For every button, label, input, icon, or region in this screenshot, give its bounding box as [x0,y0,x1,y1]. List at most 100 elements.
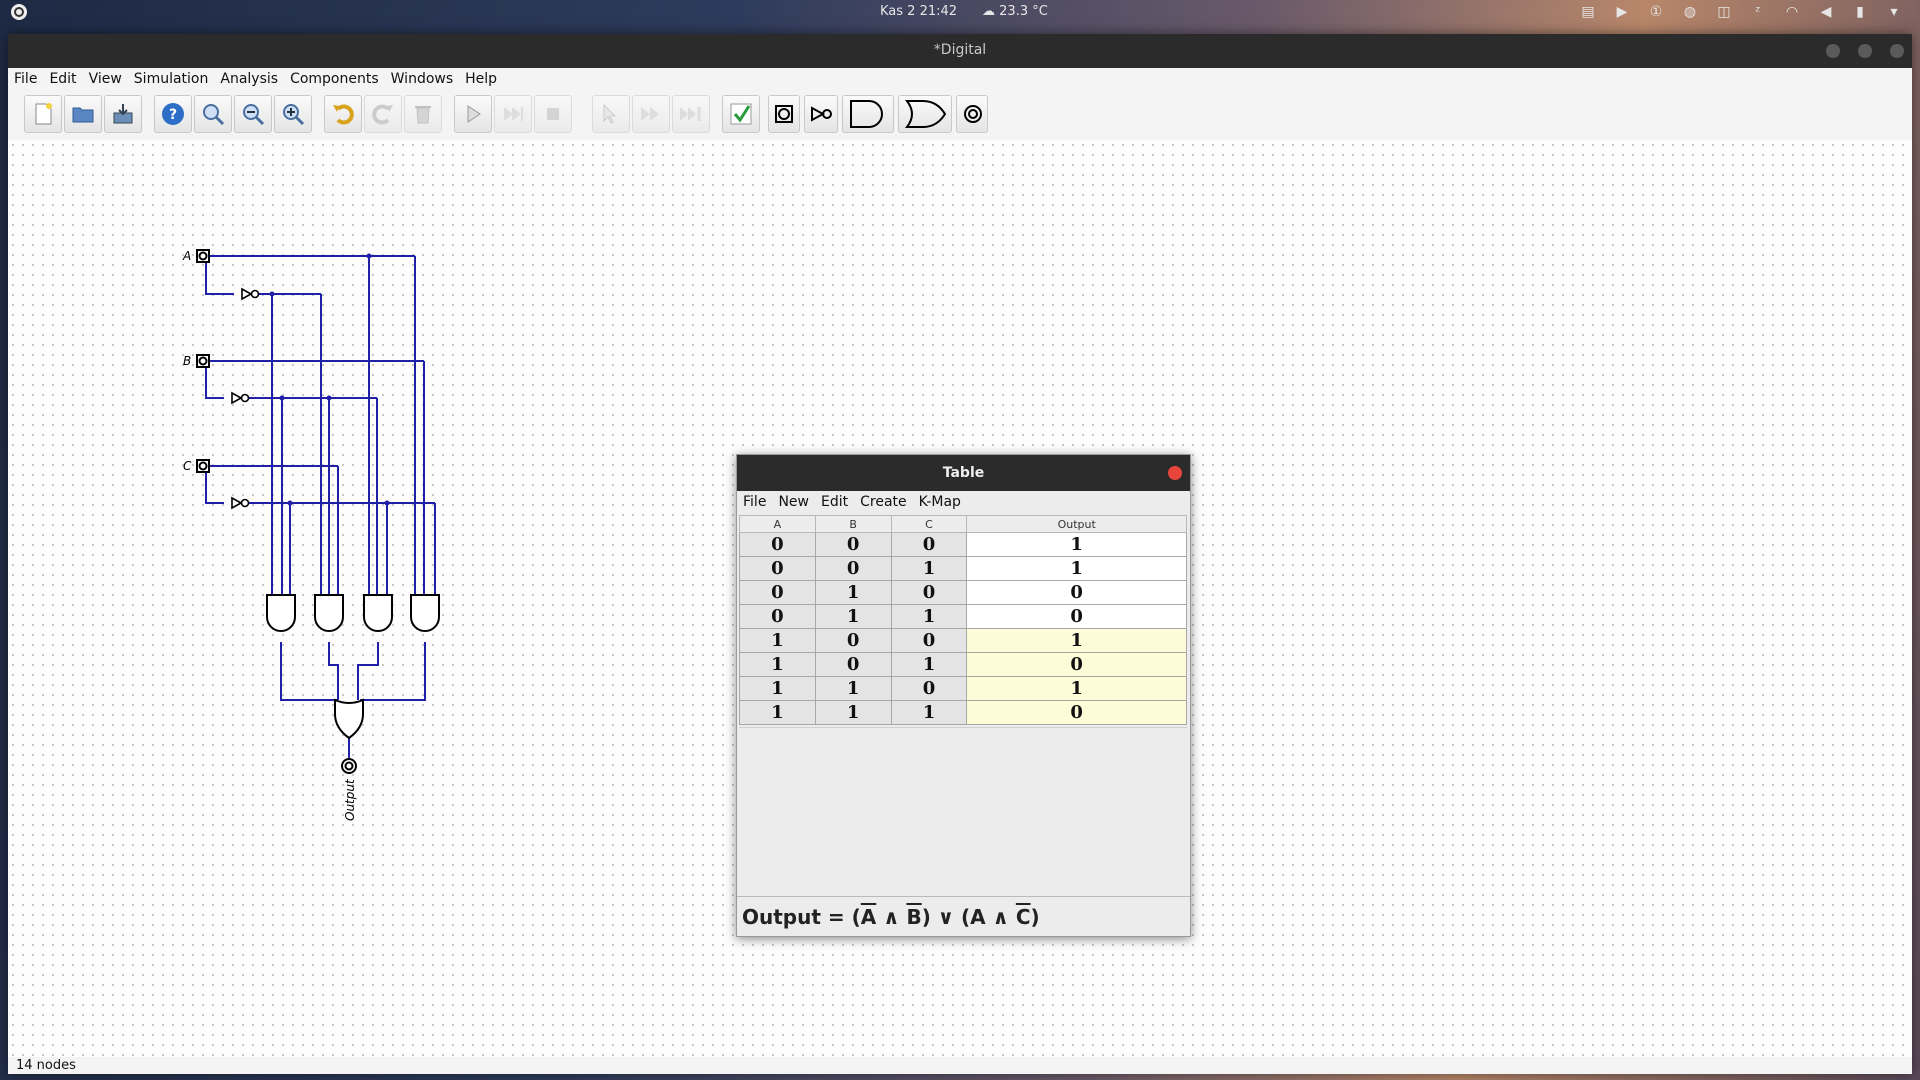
cell-output[interactable]: 1 [966,628,1187,653]
system-tray: ▤ ▶ ① ◍ ◫ ᶻ ◠ ◀ ▮ ▾ [1578,2,1904,22]
menu-edit[interactable]: Edit [43,68,82,87]
column-header-b[interactable]: B [814,515,892,533]
cell-b: 0 [814,556,892,581]
clock[interactable]: Kas 2 21:42 [880,4,957,19]
output-component-button[interactable] [956,95,988,133]
expression-eq: = [827,905,845,929]
not-gate-c[interactable] [231,496,250,510]
and-gate-button[interactable] [842,95,894,133]
and-gate-3[interactable] [363,594,393,632]
not-gate-b[interactable] [231,391,250,405]
table-dialog-close-button[interactable] [1168,466,1182,480]
fast-forward-button[interactable] [632,95,670,133]
expression-term2-c: C [1015,905,1031,929]
table-dialog-titlebar[interactable]: Table [737,455,1190,491]
cell-output[interactable]: 0 [966,580,1187,605]
cell-a: 0 [739,604,816,629]
column-header-a[interactable]: A [739,515,816,533]
cell-output[interactable]: 0 [966,652,1187,677]
split-view-icon[interactable]: ◫ [1714,2,1734,22]
cell-a: 0 [739,532,816,557]
open-file-button[interactable] [64,95,102,133]
not-gate-a[interactable] [241,287,260,301]
input-component-button[interactable] [768,95,800,133]
cell-output[interactable]: 1 [966,532,1187,557]
menu-windows[interactable]: Windows [385,68,460,87]
table-row: 1001 [739,628,1187,653]
vpn-icon[interactable]: ◍ [1680,2,1700,22]
cell-output[interactable]: 0 [966,604,1187,629]
clipboard-icon[interactable]: ▤ [1578,2,1598,22]
table-row: 1110 [739,700,1187,725]
system-menu-icon[interactable] [10,3,28,21]
menu-help[interactable]: Help [459,68,503,87]
expression-lhs: Output [742,905,821,929]
and-gate-2[interactable] [314,594,344,632]
table-dialog-title: Table [942,465,985,481]
power-menu-icon[interactable]: ▾ [1884,2,1904,22]
step-icon [504,107,523,121]
maximize-button[interactable] [1858,44,1872,58]
undo-button[interactable] [324,95,362,133]
output-pin[interactable] [341,758,357,774]
menu-components[interactable]: Components [284,68,385,87]
cell-b: 1 [814,604,892,629]
expression-or: ∨ [937,905,955,929]
cell-output[interactable]: 1 [966,556,1187,581]
boolean-expression[interactable]: Output = (A ∧ B) ∨ (A ∧ C) [737,896,1190,936]
cell-c: 1 [890,604,968,629]
minimize-button[interactable] [1826,44,1840,58]
run-button[interactable] [454,95,492,133]
column-header-output[interactable]: Output [966,515,1187,533]
not-gate-button[interactable] [804,95,838,133]
or-gate[interactable] [334,698,364,740]
output-label: Output [343,778,357,821]
cell-output[interactable]: 1 [966,676,1187,701]
menu-view[interactable]: View [83,68,128,87]
table-row: 0110 [739,604,1187,629]
delete-button[interactable] [404,95,442,133]
media-icon[interactable]: ▶ [1612,2,1632,22]
skip-button[interactable] [672,95,710,133]
zoom-in-button[interactable] [274,95,312,133]
cell-output[interactable]: 0 [966,700,1187,725]
menu-file[interactable]: File [8,68,43,87]
and-gate-4[interactable] [410,594,440,632]
table-row: 1010 [739,652,1187,677]
table-row: 0011 [739,556,1187,581]
circuit-canvas[interactable]: A B C Output Table File New Edit Create … [8,140,1912,1057]
save-file-button[interactable] [104,95,142,133]
run-icon [467,105,481,123]
sleep-icon[interactable]: ᶻ [1748,2,1768,22]
table-row: 0100 [739,580,1187,605]
input-label-c: C [183,459,192,473]
zoom-fit-button[interactable] [194,95,232,133]
table-menu-edit[interactable]: Edit [815,491,854,510]
table-menu-file[interactable]: File [737,491,772,510]
column-header-c[interactable]: C [890,515,968,533]
stop-button[interactable] [534,95,572,133]
battery-icon[interactable]: ▮ [1850,2,1870,22]
table-menu-create[interactable]: Create [854,491,913,510]
help-button[interactable]: ? [154,95,192,133]
close-button[interactable] [1890,44,1904,58]
wifi-icon[interactable]: ◠ [1782,2,1802,22]
cell-a: 1 [739,676,816,701]
menu-analysis[interactable]: Analysis [214,68,284,87]
check-button[interactable] [722,95,760,133]
or-gate-button[interactable] [898,95,952,133]
window-titlebar[interactable]: *Digital [8,34,1912,68]
zoom-out-button[interactable] [234,95,272,133]
menu-simulation[interactable]: Simulation [128,68,215,87]
table-menu-kmap[interactable]: K-Map [913,491,967,510]
volume-icon[interactable]: ◀ [1816,2,1836,22]
and-gate-icon [850,100,883,128]
weather[interactable]: ☁ 23.3 °C [982,4,1048,19]
and-gate-1[interactable] [266,594,296,632]
table-menu-new[interactable]: New [772,491,815,510]
step-button[interactable] [494,95,532,133]
new-file-button[interactable] [24,95,62,133]
workspace-icon[interactable]: ① [1646,2,1666,22]
redo-button[interactable] [364,95,402,133]
select-button[interactable] [592,95,630,133]
